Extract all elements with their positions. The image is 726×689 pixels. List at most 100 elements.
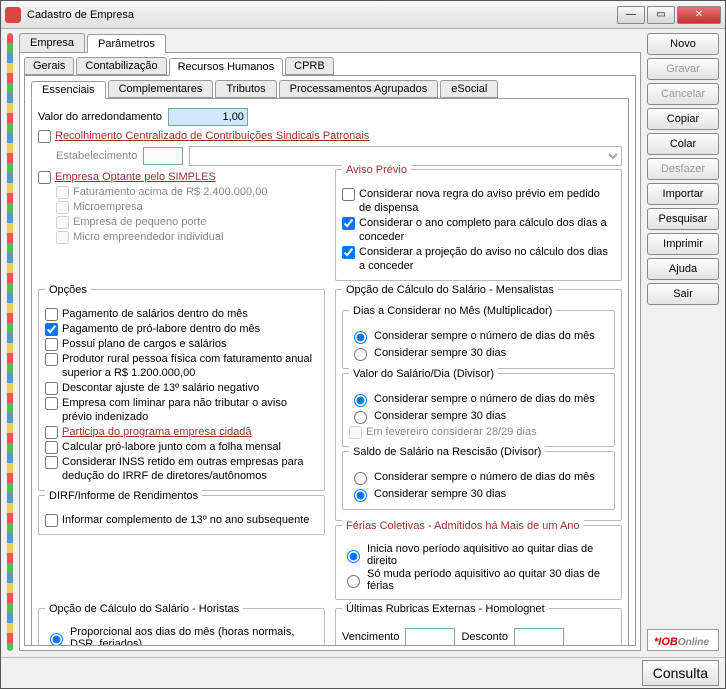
legend-dirf: DIRF/Informe de Rendimentos [45, 490, 202, 502]
chk-faturamento-acima [56, 186, 69, 199]
btn-imprimir[interactable]: Imprimir [647, 233, 719, 255]
radio-resc-30[interactable] [354, 489, 367, 502]
minimize-button[interactable]: — [617, 6, 645, 24]
radio-div-numdias[interactable] [354, 394, 367, 407]
subtab-contabilizacao[interactable]: Contabilização [76, 57, 166, 75]
label-faturamento-acima: Faturamento acima de R$ 2.400.000,00 [73, 185, 267, 199]
label-mei: Micro empreendedor individual [73, 230, 223, 244]
sub2tab-complementares[interactable]: Complementares [108, 80, 214, 98]
label-fc2: Só muda período aquisitivo ao quitar 30 … [367, 568, 615, 592]
chk-simples[interactable] [38, 171, 51, 184]
btn-gravar[interactable]: Gravar [647, 58, 719, 80]
btn-consulta[interactable]: Consulta [642, 660, 719, 686]
legend-valor-sal-dia: Valor do Salário/Dia (Divisor) [349, 368, 498, 380]
btn-ajuda[interactable]: Ajuda [647, 258, 719, 280]
label-desconto: Desconto [461, 631, 507, 643]
legend-aviso-previo: Aviso Prévio [342, 164, 411, 176]
radio-mult-numdias[interactable] [354, 331, 367, 344]
label-div-30: Considerar sempre 30 dias [374, 410, 506, 422]
window-title: Cadastro de Empresa [27, 9, 617, 21]
chk-op4[interactable] [45, 353, 58, 366]
label-ap2: Considerar o ano completo para cálculo d… [359, 216, 615, 244]
chk-op1[interactable] [45, 308, 58, 321]
chk-fev2829 [349, 426, 362, 439]
label-mult-numdias: Considerar sempre o número de dias do mê… [374, 330, 595, 342]
chk-op7[interactable] [45, 426, 58, 439]
subtab-gerais[interactable]: Gerais [24, 57, 74, 75]
label-op2: Pagamento de pró-labore dentro do mês [62, 322, 260, 336]
chk-microempresa [56, 201, 69, 214]
sub2tab-tributos[interactable]: Tributos [215, 80, 276, 98]
label-op1: Pagamento de salários dentro do mês [62, 307, 248, 321]
label-dirf1: Informar complemento de 13º no ano subse… [62, 513, 309, 527]
app-icon [5, 7, 21, 23]
chk-op8[interactable] [45, 441, 58, 454]
label-div-numdias: Considerar sempre o número de dias do mê… [374, 393, 595, 405]
btn-pesquisar[interactable]: Pesquisar [647, 208, 719, 230]
chk-op3[interactable] [45, 338, 58, 351]
label-op8: Calcular pró-labore junto com a folha me… [62, 440, 281, 454]
label-pequeno-porte: Empresa de pequeno porte [73, 215, 206, 229]
chk-dirf-complemento[interactable] [45, 514, 58, 527]
legend-ult-rubricas: Últimas Rubricas Externas - Homolognet [342, 603, 549, 615]
chk-recolhimento-centralizado[interactable] [38, 130, 51, 143]
chk-op2[interactable] [45, 323, 58, 336]
label-op4: Produtor rural pessoa física com faturam… [62, 352, 318, 380]
chk-op5[interactable] [45, 382, 58, 395]
chk-ap-nova-regra[interactable] [342, 188, 355, 201]
radio-mult-30[interactable] [354, 348, 367, 361]
btn-sair[interactable]: Sair [647, 283, 719, 305]
btn-desfazer[interactable]: Desfazer [647, 158, 719, 180]
chk-ap-projecao[interactable] [342, 246, 355, 259]
label-op6: Empresa com liminar para não tributar o … [62, 396, 318, 424]
input-valor-arredondamento[interactable] [168, 108, 248, 126]
btn-copiar[interactable]: Copiar [647, 108, 719, 130]
label-op9: Considerar INSS retido em outras empresa… [62, 455, 318, 483]
chk-pequeno-porte [56, 216, 69, 229]
sub2tab-proc-agrupados[interactable]: Processamentos Agrupados [279, 80, 439, 98]
select-estabelecimento [189, 146, 622, 166]
btn-novo[interactable]: Novo [647, 33, 719, 55]
close-button[interactable]: ✕ [677, 6, 721, 24]
legend-ferias-coletivas: Férias Coletivas - Admitidos há Mais de … [342, 520, 584, 532]
label-recolhimento-centralizado: Recolhimento Centralizado de Contribuiçõ… [55, 129, 369, 143]
chk-op6[interactable] [45, 397, 58, 410]
chk-ap-ano-completo[interactable] [342, 217, 355, 230]
radio-resc-numdias[interactable] [354, 472, 367, 485]
label-vencimento: Vencimento [342, 631, 399, 643]
label-op3: Possui plano de cargos e salários [62, 337, 226, 351]
input-desconto[interactable] [514, 628, 564, 646]
btn-colar[interactable]: Colar [647, 133, 719, 155]
sub2tab-esocial[interactable]: eSocial [440, 80, 498, 98]
label-mult-30: Considerar sempre 30 dias [374, 347, 506, 359]
label-simples: Empresa Optante pelo SIMPLES [55, 170, 216, 184]
label-valor-arredondamento: Valor do arredondamento [38, 111, 162, 123]
input-estabelecimento-cod [143, 147, 183, 165]
label-microempresa: Microempresa [73, 200, 143, 214]
label-ap1: Considerar nova regra do aviso prévio em… [359, 187, 615, 215]
chk-op9[interactable] [45, 456, 58, 469]
label-hor1: Proporcional aos dias do mês (horas norm… [70, 626, 318, 646]
subtab-cprb[interactable]: CPRB [285, 57, 334, 75]
radio-fc-inicia[interactable] [347, 550, 360, 563]
input-vencimento[interactable] [405, 628, 455, 646]
legend-dias-multiplicador: Dias a Considerar no Mês (Multiplicador) [349, 305, 556, 317]
color-stripe [7, 33, 13, 651]
btn-cancelar[interactable]: Cancelar [647, 83, 719, 105]
radio-div-30[interactable] [354, 411, 367, 424]
tab-parametros[interactable]: Parâmetros [87, 34, 166, 53]
label-op7: Participa do programa empresa cidadã [62, 425, 252, 439]
radio-fc-somuda[interactable] [347, 575, 360, 588]
sub2tab-essenciais[interactable]: Essenciais [31, 81, 106, 99]
label-op5: Descontar ajuste de 13º salário negativo [62, 381, 259, 395]
radio-hor1[interactable] [50, 633, 63, 646]
btn-importar[interactable]: Importar [647, 183, 719, 205]
subtab-recursos-humanos[interactable]: Recursos Humanos [169, 58, 284, 76]
tab-empresa[interactable]: Empresa [19, 33, 85, 52]
label-resc-numdias: Considerar sempre o número de dias do mê… [374, 471, 595, 483]
legend-opcalc-mensalistas: Opção de Cálculo do Salário - Mensalista… [342, 284, 558, 296]
iob-logo[interactable]: *IOBOnline [647, 629, 719, 651]
maximize-button[interactable]: ▭ [647, 6, 675, 24]
label-resc-30: Considerar sempre 30 dias [374, 488, 506, 500]
label-ap3: Considerar a projeção do aviso no cálcul… [359, 245, 615, 273]
